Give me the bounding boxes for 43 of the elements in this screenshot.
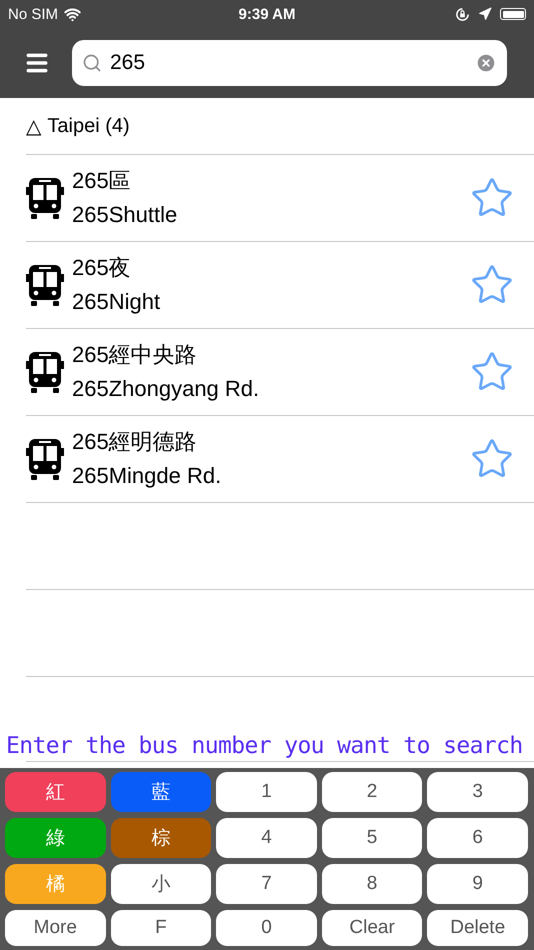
search-field[interactable]: 265	[72, 40, 507, 86]
rotation-lock-icon	[455, 6, 470, 22]
group-title: Taipei (4)	[47, 114, 130, 138]
keypad-key[interactable]: 小	[110, 864, 212, 904]
keypad-key[interactable]: 5	[322, 818, 422, 858]
keypad-key[interactable]: 棕	[110, 818, 212, 858]
route-name: 265經中央路	[72, 341, 198, 369]
route-name: 265夜	[72, 254, 132, 282]
route-name: 265經明德路	[72, 428, 198, 456]
clock-time: 9:39 AM	[238, 6, 296, 22]
keypad-key[interactable]: 0	[216, 910, 317, 946]
keypad-key[interactable]: 藍	[110, 772, 212, 812]
keypad-key[interactable]: 7	[216, 864, 317, 904]
route-subtitle: 265Shuttle	[72, 201, 178, 229]
bus-icon	[26, 177, 64, 219]
route-subtitle: 265Mingde Rd.	[72, 462, 222, 490]
keypad-key[interactable]: 2	[322, 772, 422, 812]
search-input[interactable]: 265	[110, 51, 467, 75]
clear-icon[interactable]	[475, 52, 497, 74]
route-subtitle: 265Zhongyang Rd.	[72, 375, 260, 403]
keypad-key[interactable]: 紅	[5, 772, 106, 812]
keypad-key[interactable]: Delete	[427, 910, 528, 946]
bus-icon	[26, 438, 64, 480]
keypad-key[interactable]: 1	[216, 772, 317, 812]
search-hint: Enter the bus number you want to search	[5, 732, 524, 761]
bus-icon	[26, 264, 64, 306]
carrier-label: No SIM	[8, 6, 58, 22]
route-subtitle: 265Night	[72, 288, 162, 316]
keypad-key[interactable]: F	[110, 910, 212, 946]
keypad-key[interactable]: 4	[216, 818, 317, 858]
battery-icon	[500, 8, 526, 20]
location-arrow-icon	[478, 7, 492, 21]
route-name: 265區	[72, 167, 132, 195]
keypad-key[interactable]: 6	[427, 818, 528, 858]
collapse-marker[interactable]: △	[26, 114, 42, 138]
keypad-key[interactable]: 3	[427, 772, 528, 812]
search-icon	[82, 53, 102, 73]
bus-icon	[26, 351, 64, 393]
keypad-key[interactable]: 9	[427, 864, 528, 904]
keypad-key[interactable]: Clear	[322, 910, 422, 946]
wifi-icon	[64, 6, 82, 22]
keypad-key[interactable]: More	[5, 910, 106, 946]
keypad-key[interactable]: 8	[322, 864, 422, 904]
